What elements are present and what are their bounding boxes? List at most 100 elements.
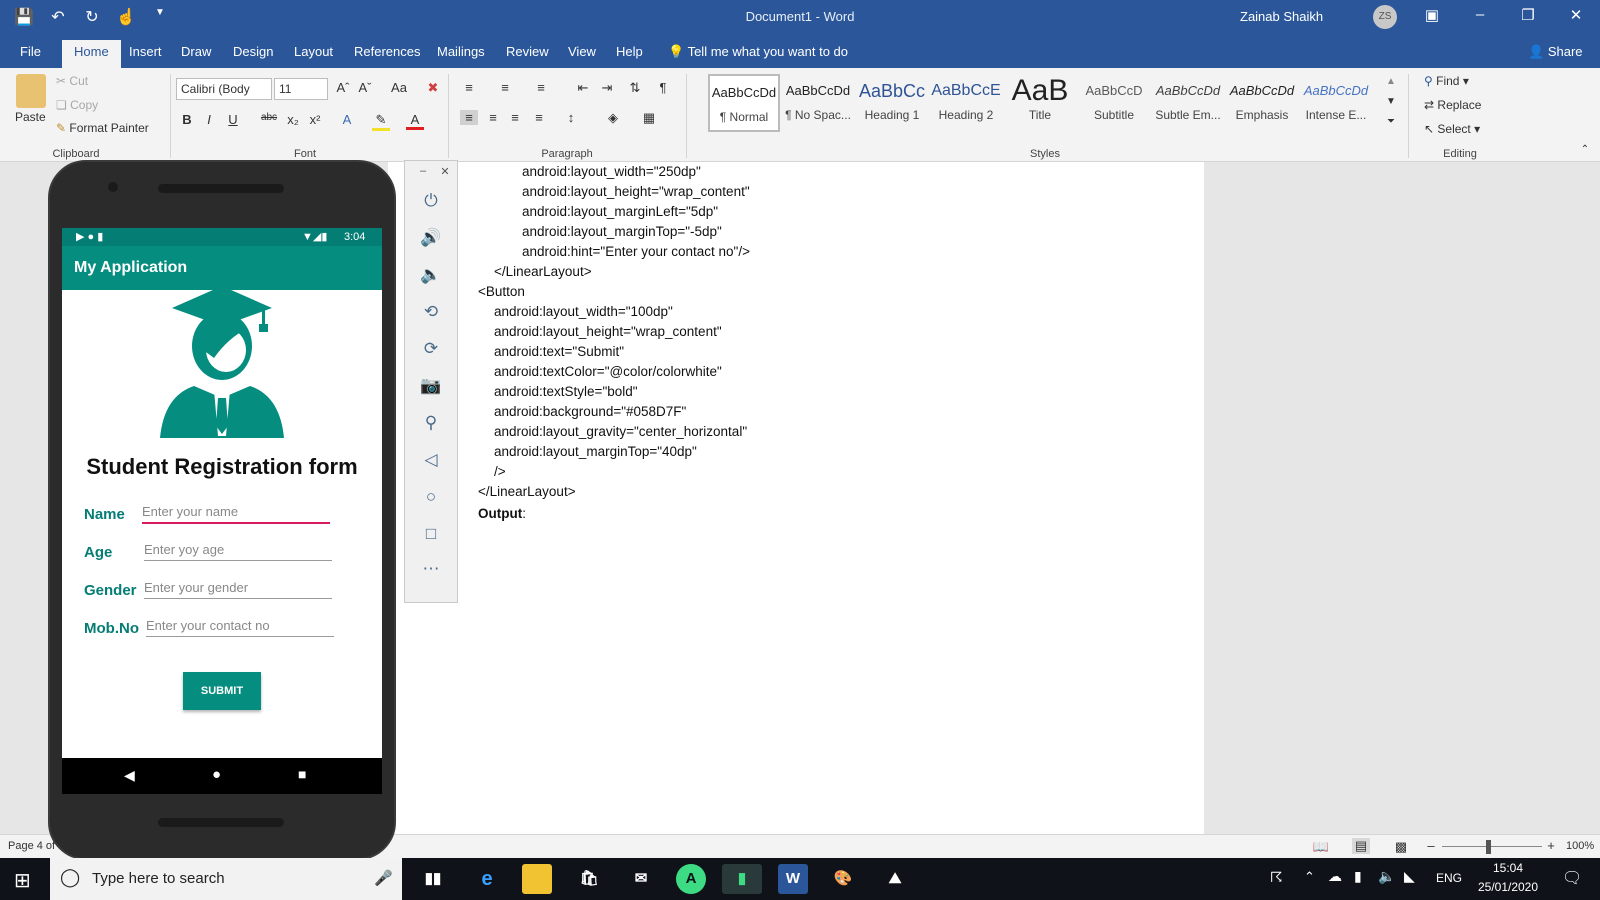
paint-icon[interactable]: 🎨 <box>828 864 858 894</box>
zoom-level[interactable]: 100% <box>1566 840 1594 852</box>
tab-review[interactable]: Review <box>506 44 549 59</box>
tab-help[interactable]: Help <box>616 44 643 59</box>
change-case-icon[interactable]: Aa <box>386 80 412 95</box>
nav-home-icon[interactable]: ● <box>212 766 221 783</box>
pilcrow-icon[interactable]: ¶ <box>654 80 672 95</box>
more-icon[interactable]: ⋯ <box>419 559 443 579</box>
restore-icon[interactable]: ❐ <box>1513 6 1543 24</box>
style-normal[interactable]: AaBbCcDd ¶ Normal <box>708 74 780 132</box>
emulator-close-icon[interactable]: ✕ <box>433 165 457 178</box>
zoom-slider-thumb[interactable] <box>1486 840 1491 854</box>
styles-scroll-down-icon[interactable]: ▼ <box>1382 96 1400 107</box>
style-subtle-emphasis[interactable]: AaBbCcDd Subtle Em... <box>1152 74 1224 132</box>
decrease-indent-icon[interactable]: ⇤ <box>574 80 592 96</box>
italic-icon[interactable]: I <box>200 112 218 127</box>
language-indicator[interactable]: ENG <box>1436 871 1462 885</box>
bullets-icon[interactable]: ≡ <box>460 80 478 95</box>
user-name[interactable]: Zainab Shaikh <box>1240 9 1323 24</box>
gender-input[interactable]: Enter your gender <box>144 580 332 599</box>
tab-references[interactable]: References <box>354 44 420 59</box>
style-heading-2[interactable]: AaBbCcE Heading 2 <box>930 74 1002 132</box>
ribbon-display-options-icon[interactable]: ▣ <box>1417 6 1447 24</box>
tab-file[interactable]: File <box>20 44 41 59</box>
style-emphasis[interactable]: AaBbCcDd Emphasis <box>1226 74 1298 132</box>
onedrive-icon[interactable]: ☁ <box>1328 868 1342 885</box>
shrink-font-icon[interactable]: Aˇ <box>356 80 374 95</box>
emulator-minimize-icon[interactable]: – <box>411 165 435 177</box>
rotate-left-icon[interactable]: ⟲ <box>419 302 443 322</box>
borders-icon[interactable]: ▦ <box>640 110 658 126</box>
font-size-combo[interactable]: 11 <box>274 78 328 100</box>
power-icon[interactable]: ⏻ <box>419 191 443 211</box>
microphone-icon[interactable]: 🎤 <box>374 869 393 887</box>
volume-icon[interactable]: 🔈 <box>1378 868 1395 885</box>
avatar[interactable]: ZS <box>1373 5 1397 29</box>
multilevel-list-icon[interactable]: ≡ <box>532 80 550 95</box>
tab-mailings[interactable]: Mailings <box>437 44 485 59</box>
zoom-slider[interactable] <box>1442 846 1542 847</box>
minimize-icon[interactable]: – <box>1465 6 1495 23</box>
tab-insert[interactable]: Insert <box>129 44 162 59</box>
nav-back-icon[interactable]: ◀ <box>124 767 135 784</box>
paste-icon[interactable] <box>16 74 46 108</box>
style-no-spacing[interactable]: AaBbCcDd ¶ No Spac... <box>782 74 854 132</box>
show-hidden-icons[interactable]: ⌃ <box>1304 869 1315 885</box>
tab-view[interactable]: View <box>568 44 596 59</box>
home-icon[interactable]: ○ <box>419 487 443 507</box>
tab-layout[interactable]: Layout <box>294 44 333 59</box>
emulator-app-icon[interactable]: ▮ <box>722 864 762 894</box>
find-button[interactable]: ⚲ Find ▾ <box>1424 74 1469 88</box>
strikethrough-icon[interactable]: abc <box>258 112 280 123</box>
paste-button[interactable]: Paste <box>15 110 46 124</box>
style-intense-emphasis[interactable]: AaBbCcDd Intense E... <box>1300 74 1372 132</box>
tell-me-box[interactable]: 💡 Tell me what you want to do <box>668 44 848 60</box>
page-count[interactable]: Page 4 of <box>8 840 55 852</box>
volume-up-icon[interactable]: 🔊 <box>419 228 443 248</box>
name-input[interactable]: Enter your name <box>142 504 330 524</box>
mail-icon[interactable]: ✉ <box>626 864 656 894</box>
battery-icon[interactable]: ▮ <box>1354 868 1362 885</box>
nav-recents-icon[interactable]: ■ <box>298 766 306 782</box>
increase-indent-icon[interactable]: ⇥ <box>598 80 616 96</box>
android-studio-icon[interactable]: A <box>676 864 706 894</box>
styles-more-icon[interactable]: ⏷ <box>1382 116 1400 127</box>
highlight-icon[interactable]: ✎ <box>372 112 390 131</box>
zoom-out-icon[interactable]: – <box>1422 838 1440 853</box>
print-layout-icon[interactable]: ▤ <box>1352 838 1370 854</box>
word-icon[interactable]: W <box>778 864 808 894</box>
bold-icon[interactable]: B <box>178 112 196 127</box>
zoom-in-icon[interactable]: + <box>1542 838 1560 853</box>
windows-start-icon[interactable]: ⊞ <box>14 868 31 893</box>
read-mode-icon[interactable]: 📖 <box>1312 839 1330 855</box>
submit-button[interactable]: SUBMIT <box>183 672 261 710</box>
underline-icon[interactable]: U <box>224 112 242 127</box>
photos-icon[interactable]: ⛰ <box>880 864 910 894</box>
store-icon[interactable]: 🛍 <box>574 864 604 894</box>
rotate-right-icon[interactable]: ⟳ <box>419 339 443 359</box>
clear-formatting-icon[interactable]: ✖ <box>424 80 442 96</box>
align-left-icon[interactable]: ≡ <box>460 110 478 125</box>
share-button[interactable]: 👤 Share <box>1528 44 1583 60</box>
close-icon[interactable]: ✕ <box>1561 6 1591 24</box>
sort-icon[interactable]: ⇅ <box>626 80 644 96</box>
shading-icon[interactable]: ◈ <box>604 110 622 126</box>
web-layout-icon[interactable]: ▩ <box>1392 839 1410 855</box>
font-color-icon[interactable]: A <box>406 112 424 130</box>
task-view-icon[interactable]: ▮▮ <box>418 864 448 894</box>
tab-home[interactable]: Home <box>62 40 121 68</box>
text-effects-icon[interactable]: A <box>338 112 356 127</box>
grow-font-icon[interactable]: Aˆ <box>334 80 352 95</box>
volume-down-icon[interactable]: 🔈 <box>419 265 443 285</box>
mobile-input[interactable]: Enter your contact no <box>146 618 334 637</box>
people-icon[interactable]: ☈ <box>1270 869 1283 886</box>
age-input[interactable]: Enter yoy age <box>144 542 332 561</box>
edge-icon[interactable]: e <box>472 864 502 894</box>
clock-date[interactable]: 25/01/2020 <box>1474 880 1542 894</box>
notifications-icon[interactable]: 🗨 <box>1562 868 1582 888</box>
align-right-icon[interactable]: ≡ <box>506 110 524 125</box>
file-explorer-icon[interactable] <box>522 864 552 894</box>
style-subtitle[interactable]: AaBbCcD Subtitle <box>1078 74 1150 132</box>
superscript-icon[interactable]: x² <box>306 112 324 127</box>
zoom-icon[interactable]: ⚲ <box>419 413 443 433</box>
camera-icon[interactable]: 📷 <box>419 376 443 396</box>
